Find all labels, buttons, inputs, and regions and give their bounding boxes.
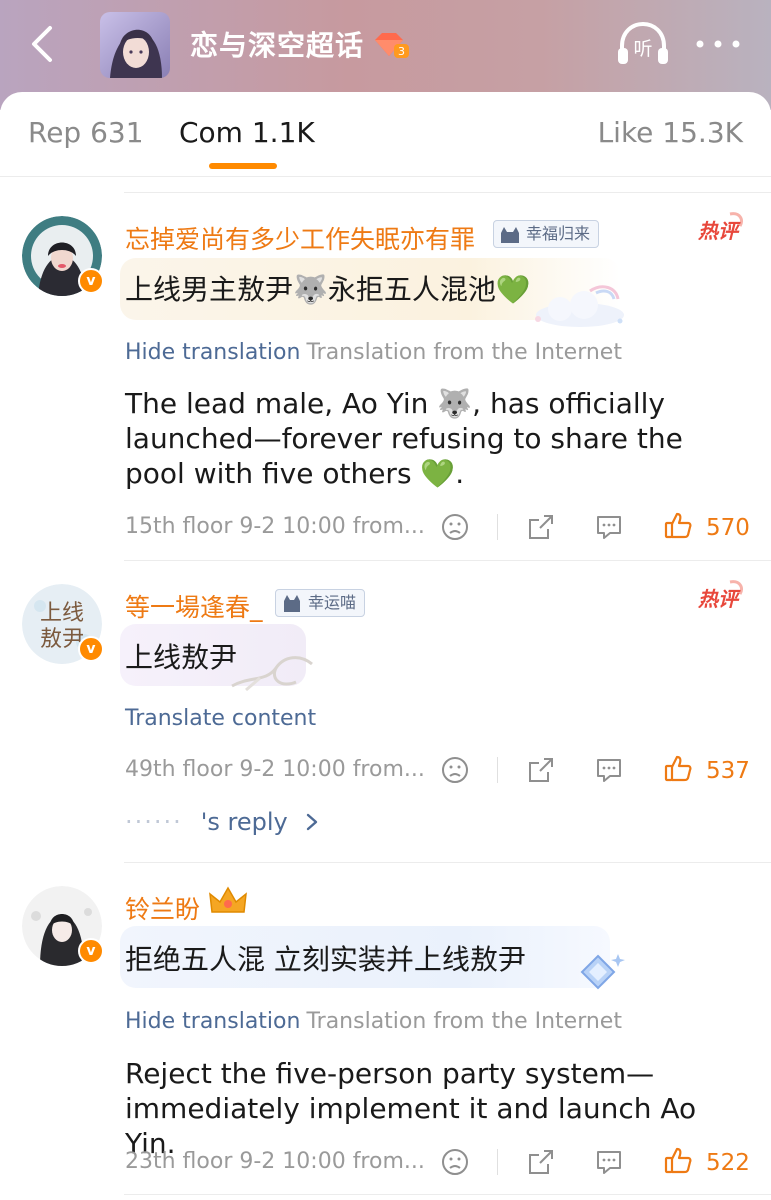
fan-badge-label: 幸运喵 bbox=[308, 593, 357, 612]
more-dots-icon bbox=[696, 40, 740, 48]
divider bbox=[497, 1149, 498, 1175]
translated-text: The lead male, Ao Yin 🐺, has officially … bbox=[125, 387, 683, 490]
tab-bar: Rep 631 Com 1.1K Like 15.3K bbox=[0, 92, 771, 176]
avatar[interactable]: v bbox=[22, 886, 104, 966]
divider bbox=[124, 1194, 771, 1195]
comment-meta: 23th floor 9-2 10:00 from... bbox=[125, 1149, 425, 1174]
like-count: 537 bbox=[706, 758, 750, 784]
view-replies-link[interactable]: ······ 's reply bbox=[125, 808, 319, 836]
avatar-text: 上线 bbox=[40, 601, 84, 626]
verified-icon: v bbox=[78, 938, 104, 964]
like-count: 522 bbox=[706, 1150, 750, 1176]
svg-text:听: 听 bbox=[633, 38, 652, 60]
fan-badge[interactable]: 幸福归来 bbox=[493, 220, 600, 248]
hide-translation-link[interactable]: Hide translation bbox=[125, 1009, 300, 1034]
divider bbox=[0, 176, 771, 177]
divider bbox=[497, 757, 498, 783]
divider bbox=[497, 514, 498, 540]
topic-avatar[interactable] bbox=[100, 12, 170, 78]
svg-text:热评: 热评 bbox=[697, 587, 741, 611]
tab-comments[interactable]: Com 1.1K bbox=[179, 116, 315, 149]
comment-icon[interactable] bbox=[594, 1147, 624, 1177]
reply-label: 's reply bbox=[200, 808, 288, 836]
share-icon[interactable] bbox=[526, 512, 556, 542]
avatar[interactable]: 上线 敖尹 v bbox=[22, 584, 104, 664]
translation-source: Translation from the Internet bbox=[306, 340, 622, 365]
username[interactable]: 等一場逢春_ bbox=[125, 588, 263, 624]
headphone-icon: 听 bbox=[618, 21, 668, 64]
listen-button[interactable]: 听 bbox=[614, 18, 672, 70]
share-icon[interactable] bbox=[526, 1147, 556, 1177]
like-count: 570 bbox=[706, 515, 750, 541]
like-thumb-icon[interactable] bbox=[663, 753, 693, 783]
reply-dots: ······ bbox=[125, 808, 183, 836]
comment-meta: 15th floor 9-2 10:00 from... bbox=[125, 514, 425, 539]
translation-row: Hide translation Translation from the Int… bbox=[125, 340, 622, 365]
fan-badge[interactable]: 幸运喵 bbox=[275, 589, 366, 617]
comment-text: 上线敖尹 bbox=[125, 641, 238, 674]
active-tab-indicator bbox=[209, 163, 277, 169]
more-button[interactable] bbox=[690, 28, 746, 60]
fan-badge-label: 幸福归来 bbox=[526, 224, 591, 243]
translate-content-link[interactable]: Translate content bbox=[125, 706, 316, 731]
like-thumb-icon[interactable] bbox=[663, 1145, 693, 1175]
svg-text:3: 3 bbox=[398, 45, 405, 58]
hide-translation-link[interactable]: Hide translation bbox=[125, 340, 300, 365]
back-button[interactable] bbox=[22, 22, 62, 66]
like-thumb-icon[interactable] bbox=[663, 510, 693, 540]
svg-text:热评: 热评 bbox=[697, 219, 741, 243]
super-topic-level-badge: 3 bbox=[372, 30, 410, 60]
topic-title[interactable]: 恋与深空超话 bbox=[190, 24, 364, 64]
chevron-right-icon bbox=[307, 813, 318, 831]
dislike-face-icon[interactable] bbox=[440, 755, 470, 785]
ribbon-decoration bbox=[231, 656, 313, 692]
divider bbox=[124, 560, 771, 561]
translation-row: Hide translation Translation from the Int… bbox=[125, 1009, 622, 1034]
comment-icon[interactable] bbox=[594, 512, 624, 542]
username[interactable]: 忘掉爱尚有多少工作失眠亦有罪 bbox=[125, 220, 475, 256]
share-icon[interactable] bbox=[526, 755, 556, 785]
comment-icon[interactable] bbox=[594, 755, 624, 785]
chevron-left-icon bbox=[32, 26, 52, 62]
crown-badge-icon bbox=[209, 886, 247, 913]
divider bbox=[124, 862, 771, 863]
cloud-unicorn-decoration bbox=[535, 285, 624, 327]
translation-source: Translation from the Internet bbox=[306, 1009, 622, 1034]
tab-likes[interactable]: Like 15.3K bbox=[598, 116, 743, 149]
translated-text: Reject the five-person party system—imme… bbox=[125, 1057, 697, 1160]
divider bbox=[124, 192, 771, 193]
comment-text: 上线男主敖尹🐺永拒五人混池💚 bbox=[125, 273, 531, 306]
dislike-face-icon[interactable] bbox=[440, 512, 470, 542]
fan-badge-icon bbox=[284, 595, 300, 612]
username[interactable]: 铃兰盼 bbox=[125, 890, 200, 926]
translation-row: Translate content bbox=[125, 706, 316, 731]
fan-badge-icon bbox=[501, 227, 519, 243]
tab-reposts[interactable]: Rep 631 bbox=[28, 116, 144, 149]
hot-comment-badge: 热评 bbox=[690, 210, 746, 246]
hot-comment-badge: 热评 bbox=[690, 578, 746, 614]
dislike-face-icon[interactable] bbox=[440, 1147, 470, 1177]
diamond-decoration bbox=[580, 954, 625, 990]
comment-meta: 49th floor 9-2 10:00 from... bbox=[125, 757, 425, 782]
avatar[interactable]: v bbox=[22, 216, 104, 296]
verified-icon: v bbox=[78, 636, 104, 662]
verified-icon: v bbox=[78, 268, 104, 294]
comment-text: 拒绝五人混 立刻实装并上线敖尹 bbox=[125, 943, 526, 976]
